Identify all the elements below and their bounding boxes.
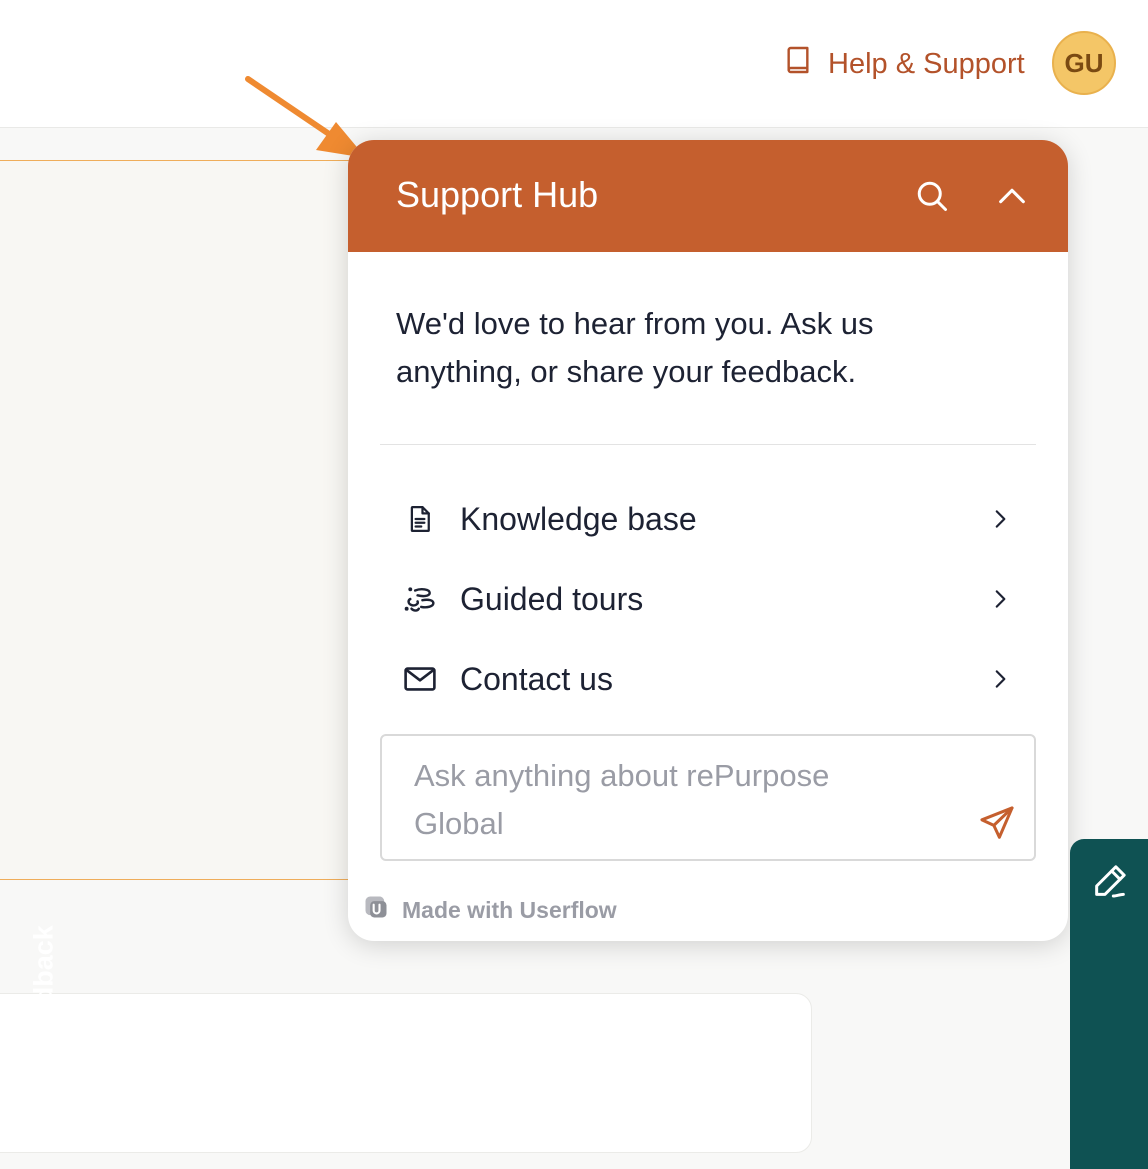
book-icon: [782, 44, 814, 84]
chevron-right-icon: [980, 659, 1020, 699]
top-bar: Help & Support GU: [0, 0, 1148, 128]
share-feedback-label: Share feedback: [28, 925, 59, 1125]
pencil-icon: [1095, 865, 1126, 898]
user-avatar[interactable]: GU: [1052, 31, 1116, 95]
search-button[interactable]: [912, 176, 952, 216]
support-hub-header: Support Hub: [348, 140, 1068, 252]
menu-item-guided-tours[interactable]: Guided tours: [380, 564, 1036, 634]
document-icon: [400, 499, 440, 539]
intro-text: We'd love to hear from you. Ask us anyth…: [396, 306, 874, 389]
userflow-logo-icon: [362, 893, 390, 927]
menu-item-label: Knowledge base: [460, 500, 697, 537]
menu-item-knowledge-base[interactable]: Knowledge base: [380, 484, 1036, 554]
share-feedback-tab[interactable]: [1070, 839, 1148, 1169]
send-button[interactable]: [976, 802, 1018, 844]
footsteps-icon: [400, 579, 440, 619]
collapse-button[interactable]: [992, 176, 1032, 216]
send-icon: [980, 806, 1014, 839]
background-card: [0, 160, 382, 880]
chevron-up-icon: [999, 188, 1025, 204]
help-support-label: Help & Support: [828, 47, 1025, 80]
background-panel: [0, 993, 812, 1153]
chevron-right-icon: [980, 579, 1020, 619]
divider: [380, 444, 1036, 445]
ask-input-placeholder: Ask anything about rePurpose Global: [414, 758, 830, 841]
made-with-userflow-link[interactable]: Made with Userflow: [362, 894, 617, 926]
chevron-right-icon: [980, 499, 1020, 539]
menu-item-label: Guided tours: [460, 580, 644, 617]
ask-input[interactable]: Ask anything about rePurpose Global: [380, 734, 1036, 861]
made-with-label: Made with Userflow: [402, 896, 617, 923]
support-hub-panel: Support Hub We'd love to hear from you. …: [348, 140, 1068, 941]
menu-item-contact-us[interactable]: Contact us: [380, 644, 1036, 714]
search-icon: [917, 181, 947, 211]
support-hub-title: Support Hub: [396, 174, 599, 215]
help-support-link[interactable]: Help & Support: [782, 44, 1025, 84]
envelope-icon: [400, 659, 440, 699]
menu-item-label: Contact us: [460, 660, 613, 697]
